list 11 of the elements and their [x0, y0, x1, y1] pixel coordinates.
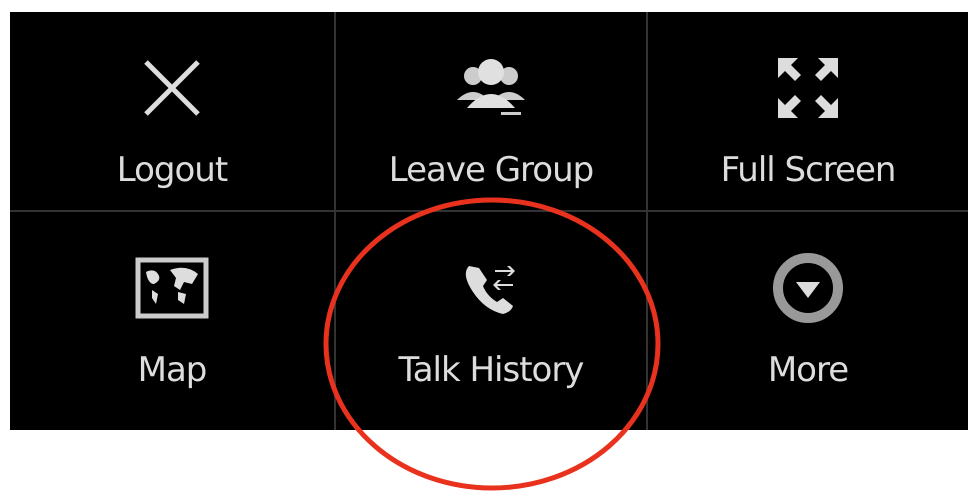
- menu-item[interactable]: Full Screen: [720, 12, 896, 210]
- menu-label: Leave Group: [388, 150, 594, 190]
- menu-item[interactable]: Logout: [116, 12, 228, 210]
- menu-item[interactable]: Leave Group: [388, 12, 594, 210]
- menu-label: Full Screen: [720, 150, 896, 190]
- menu-item[interactable]: More: [768, 212, 848, 430]
- menu-item[interactable]: Map: [132, 212, 212, 430]
- menu-label: Talk History: [398, 350, 584, 390]
- menu-label: Map: [138, 350, 206, 390]
- menu-label: More: [768, 350, 848, 390]
- menu-label: Logout: [116, 150, 228, 190]
